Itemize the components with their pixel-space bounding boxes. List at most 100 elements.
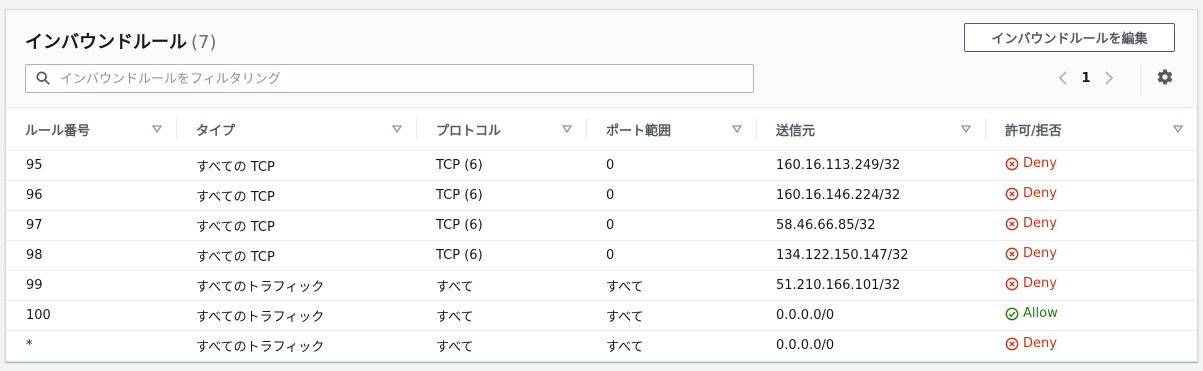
rule-number-cell: * bbox=[6, 330, 176, 360]
action-cell: Deny bbox=[985, 240, 1197, 271]
chevron-right-icon bbox=[1105, 71, 1114, 85]
col-label: タイプ bbox=[196, 123, 236, 139]
rule-number-cell: 97 bbox=[6, 210, 176, 241]
type-cell: すべてのトラフィック bbox=[176, 300, 416, 331]
caret-down-icon bbox=[392, 125, 402, 133]
deny-status: Deny bbox=[1005, 186, 1057, 201]
type-cell: すべての TCP bbox=[176, 240, 416, 271]
x-circle-icon bbox=[1005, 217, 1019, 231]
rules-table: ルール番号 タイプ プロトコル ポート範囲 送信元 許可/拒否 95 すべての T… bbox=[6, 108, 1197, 360]
rule-number-cell: 99 bbox=[6, 270, 176, 301]
rule-number-cell: 98 bbox=[6, 240, 176, 271]
source-cell: 160.16.113.249/32 bbox=[776, 158, 901, 173]
action-label: Deny bbox=[1023, 276, 1057, 292]
caret-down-icon bbox=[1173, 125, 1183, 133]
title-text: インバウンドルール bbox=[25, 32, 187, 53]
pager-divider bbox=[1140, 64, 1141, 96]
deny-status: Deny bbox=[1005, 156, 1057, 171]
source-cell: 0.0.0.0/0 bbox=[756, 330, 985, 360]
type-cell: すべての TCP bbox=[176, 180, 416, 211]
current-page[interactable]: 1 bbox=[1075, 71, 1097, 86]
search-input[interactable] bbox=[58, 65, 752, 94]
protocol-cell: すべて bbox=[416, 300, 586, 331]
prev-page-button[interactable] bbox=[1051, 66, 1075, 90]
x-circle-icon bbox=[1005, 247, 1019, 261]
source-cell: 58.46.66.85/32 bbox=[756, 210, 985, 241]
table-body: 95 すべての TCP TCP (6) 0 160.16.113.249/32 Deny 9… bbox=[6, 151, 1197, 360]
rule-number-cell: 96 bbox=[6, 180, 176, 211]
col-label: ポート範囲 bbox=[606, 123, 672, 139]
rule-number-cell: 100 bbox=[6, 300, 176, 331]
action-label: Deny bbox=[1023, 336, 1057, 352]
deny-status: Deny bbox=[1005, 336, 1057, 351]
action-cell: Deny bbox=[985, 210, 1197, 241]
source-cell: 51.210.166.101/32 bbox=[756, 270, 985, 301]
action-label: Deny bbox=[1023, 246, 1057, 262]
table-row: 99 すべてのトラフィック すべて すべて 51.210.166.101/32 Deny bbox=[6, 270, 1197, 301]
x-circle-icon bbox=[1005, 157, 1019, 171]
pagination: 1 bbox=[1051, 66, 1121, 90]
source-cell: 134.122.150.147/32 bbox=[756, 240, 985, 271]
search-box[interactable] bbox=[25, 64, 754, 94]
col-protocol[interactable]: プロトコル bbox=[416, 108, 586, 151]
table-row: 95 すべての TCP TCP (6) 0 160.16.113.249/32 Deny bbox=[6, 151, 1197, 181]
type-cell: すべてのトラフィック bbox=[176, 270, 416, 301]
col-label: 送信元 bbox=[776, 123, 816, 139]
col-label: 許可/拒否 bbox=[1005, 123, 1062, 139]
col-type[interactable]: タイプ bbox=[176, 108, 416, 151]
table-row: 97 すべての TCP TCP (6) 0 58.46.66.85/32 Deny bbox=[6, 210, 1197, 241]
col-source[interactable]: 送信元 bbox=[756, 108, 985, 151]
caret-down-icon bbox=[562, 125, 572, 133]
port-range-cell: すべて bbox=[586, 270, 756, 301]
protocol-cell: TCP (6) bbox=[416, 180, 586, 211]
inbound-rules-panel: インバウンドルール(7) インバウンドルールを編集 1 bbox=[5, 9, 1198, 362]
protocol-cell: TCP (6) bbox=[436, 158, 483, 173]
port-range-cell: 0 bbox=[586, 180, 756, 211]
action-label: Deny bbox=[1023, 156, 1057, 172]
preferences-button[interactable] bbox=[1156, 68, 1176, 88]
action-label: Deny bbox=[1023, 216, 1057, 232]
action-cell: Deny bbox=[985, 330, 1197, 360]
caret-down-icon bbox=[961, 125, 971, 133]
table-header-row: ルール番号 タイプ プロトコル ポート範囲 送信元 許可/拒否 bbox=[6, 108, 1197, 151]
rule-count: (7) bbox=[191, 32, 217, 53]
protocol-cell: すべて bbox=[416, 330, 586, 360]
action-label: Deny bbox=[1023, 186, 1057, 202]
action-cell: Allow bbox=[985, 300, 1197, 331]
panel-header: インバウンドルール(7) インバウンドルールを編集 1 bbox=[6, 10, 1197, 108]
type-cell: すべての TCP bbox=[176, 210, 416, 241]
type-cell: すべてのトラフィック bbox=[176, 330, 416, 360]
protocol-cell: TCP (6) bbox=[416, 210, 586, 241]
gear-icon bbox=[1157, 69, 1173, 85]
col-port-range[interactable]: ポート範囲 bbox=[586, 108, 756, 151]
caret-down-icon bbox=[152, 125, 162, 133]
source-cell: 0.0.0.0/0 bbox=[756, 300, 985, 331]
table-row: 100 すべてのトラフィック すべて すべて 0.0.0.0/0 Allow bbox=[6, 300, 1197, 331]
col-allow-deny[interactable]: 許可/拒否 bbox=[985, 108, 1197, 151]
table-row: 96 すべての TCP TCP (6) 0 160.16.146.224/32 Deny bbox=[6, 180, 1197, 211]
deny-status: Deny bbox=[1005, 246, 1057, 261]
check-circle-icon bbox=[1005, 307, 1019, 321]
port-range-cell: 0 bbox=[586, 210, 756, 241]
chevron-left-icon bbox=[1058, 71, 1067, 85]
caret-down-icon bbox=[732, 125, 742, 133]
edit-inbound-rules-button[interactable]: インバウンドルールを編集 bbox=[964, 23, 1175, 52]
next-page-button[interactable] bbox=[1097, 66, 1121, 90]
allow-status: Allow bbox=[1005, 306, 1058, 321]
col-rule-number[interactable]: ルール番号 bbox=[6, 108, 176, 151]
source-cell: 160.16.146.224/32 bbox=[756, 180, 985, 211]
x-circle-icon bbox=[1005, 337, 1019, 351]
col-label: プロトコル bbox=[436, 123, 502, 139]
action-cell: Deny bbox=[985, 151, 1197, 181]
action-label: Allow bbox=[1023, 306, 1058, 322]
protocol-cell: すべて bbox=[416, 270, 586, 301]
x-circle-icon bbox=[1005, 277, 1019, 291]
port-range-cell: すべて bbox=[586, 330, 756, 360]
search-icon bbox=[36, 71, 50, 85]
x-circle-icon bbox=[1005, 187, 1019, 201]
col-label: ルール番号 bbox=[25, 123, 91, 139]
deny-status: Deny bbox=[1005, 276, 1057, 291]
protocol-cell: TCP (6) bbox=[416, 240, 586, 271]
port-range-cell: 0 bbox=[606, 158, 615, 173]
rule-number-cell: 95 bbox=[26, 158, 43, 173]
